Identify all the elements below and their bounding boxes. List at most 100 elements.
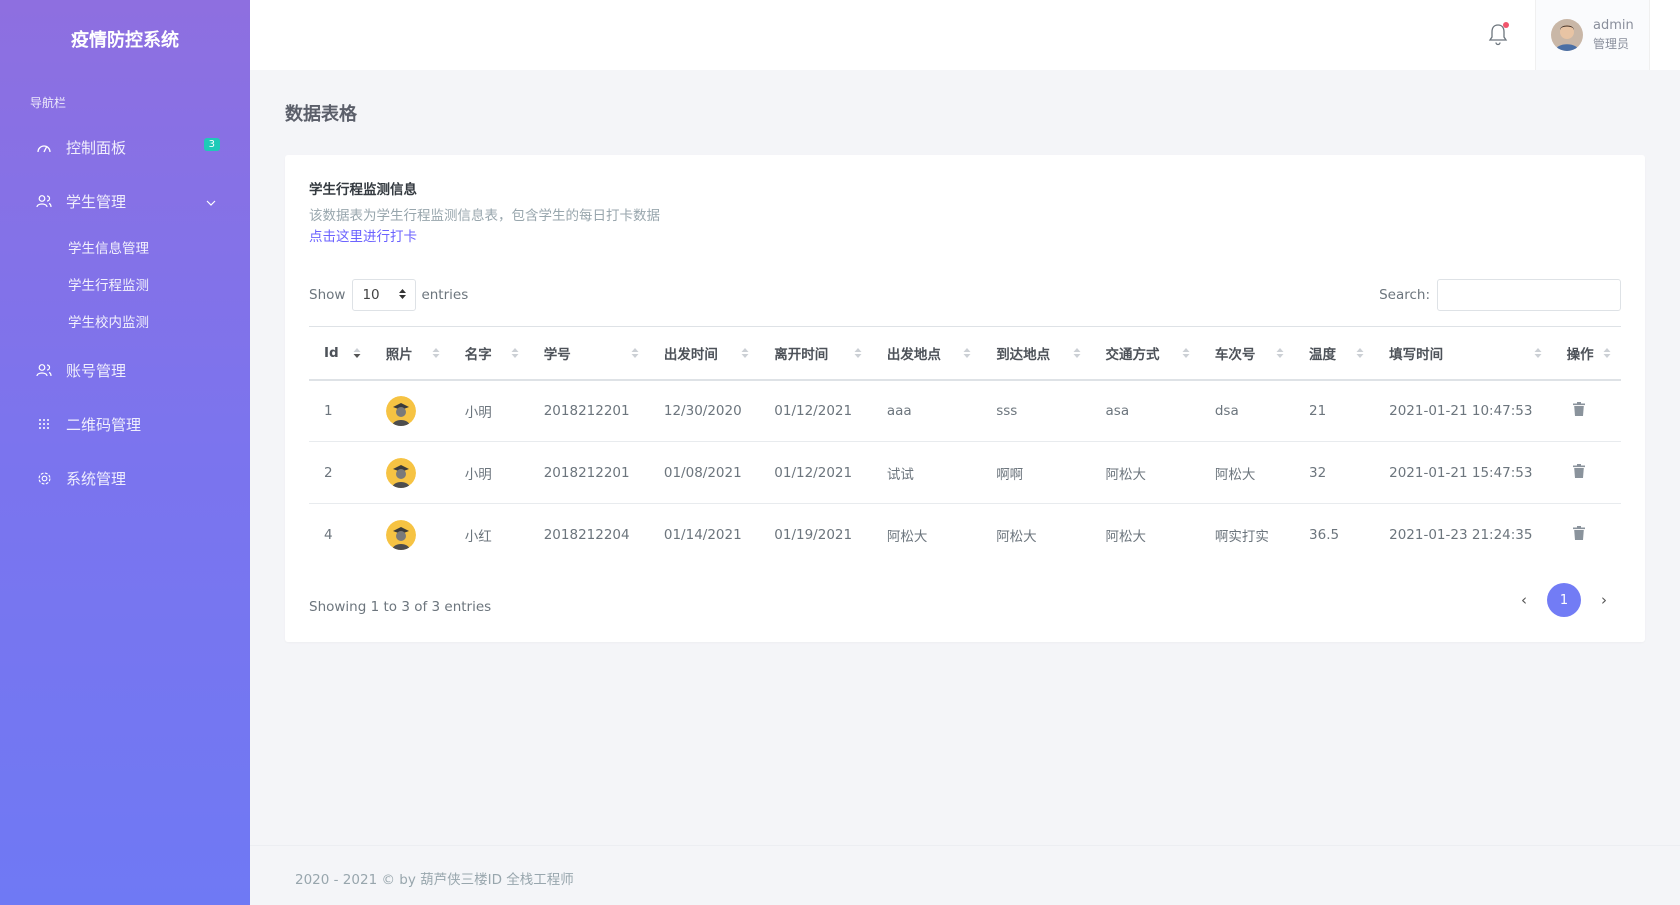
footer-text: 2020 - 2021 © by 葫芦侠三楼ID 全栈工程师 [295, 872, 574, 888]
cell-student-no: 2018212201 [543, 402, 630, 419]
cell-actions [1552, 380, 1621, 442]
cell-temperature: 32 [1309, 464, 1327, 481]
page-button-current[interactable]: 1 [1547, 583, 1581, 617]
data-table-card: 学生行程监测信息 该数据表为学生行程监测信息表，包含学生的每日打卡数据 点击这里… [285, 155, 1645, 642]
trash-icon[interactable] [1572, 525, 1587, 542]
cell-depart-time: 01/08/2021 [663, 464, 742, 481]
student-submenu: 学生信息管理 学生行程监测 学生校内监测 [0, 228, 250, 343]
column-header-temperature[interactable]: 温度 [1294, 327, 1374, 380]
cell-depart-time: 12/30/2020 [663, 402, 742, 419]
pagination: ‹ 1 › [1501, 583, 1621, 617]
cell-filled-at: 2021-01-21 10:47:53 [1389, 402, 1533, 419]
select-arrows-icon [399, 287, 407, 303]
sidebar-subitem-student-info[interactable]: 学生信息管理 [0, 228, 250, 265]
card-title: 学生行程监测信息 [309, 182, 417, 198]
sort-icon [1073, 347, 1081, 359]
sidebar-item-account-management[interactable]: 账号管理 [0, 343, 250, 397]
table-info: Showing 1 to 3 of 3 entries [309, 599, 492, 615]
cell-photo [371, 380, 450, 442]
page-length-value: 10 [362, 287, 380, 303]
cell-train-no: 阿松大 [1214, 466, 1256, 483]
sort-desc-icon [353, 347, 361, 359]
page-length-select[interactable]: 10 [352, 279, 417, 311]
cell-temperature: 21 [1309, 402, 1327, 419]
column-header-photo[interactable]: 照片 [371, 327, 450, 380]
sidebar-item-label: 账号管理 [66, 361, 127, 380]
previous-page-button[interactable]: ‹ [1507, 583, 1541, 617]
cell-leave-time: 01/12/2021 [774, 402, 853, 419]
trash-icon[interactable] [1572, 463, 1587, 480]
cell-filled-at: 2021-01-21 15:47:53 [1389, 464, 1533, 481]
column-header-train-no[interactable]: 车次号 [1200, 327, 1294, 380]
check-in-link[interactable]: 点击这里进行打卡 [309, 225, 417, 245]
sort-icon [963, 347, 971, 359]
cell-transport: 阿松大 [1105, 466, 1147, 483]
app-title[interactable]: 疫情防控系统 [0, 0, 250, 78]
cell-arrive-place: sss [996, 402, 1018, 419]
column-header-student-no[interactable]: 学号 [529, 327, 649, 380]
sort-icon [511, 347, 519, 359]
gear-icon [36, 470, 52, 486]
cell-photo [371, 442, 450, 504]
bell-icon[interactable] [1487, 22, 1511, 48]
user-avatar [1551, 19, 1583, 51]
notification-badge: 3 [203, 138, 220, 151]
column-header-depart-place[interactable]: 出发地点 [872, 327, 981, 380]
next-page-button[interactable]: › [1587, 583, 1621, 617]
column-header-filled-at[interactable]: 填写时间 [1374, 327, 1552, 380]
user-menu[interactable]: admin 管理员 [1535, 0, 1650, 70]
column-header-arrive-place[interactable]: 到达地点 [981, 327, 1090, 380]
entries-label: entries [421, 287, 469, 303]
cell-arrive-place: 啊啊 [996, 466, 1024, 483]
sort-icon [1603, 347, 1611, 359]
sidebar-subitem-student-travel[interactable]: 学生行程监测 [0, 265, 250, 302]
user-role: 管理员 [1593, 37, 1630, 51]
cell-student-no: 2018212204 [543, 526, 630, 543]
cell-depart-time: 01/14/2021 [663, 526, 742, 543]
cell-arrive-place: 阿松大 [996, 528, 1037, 545]
user-name: admin [1593, 18, 1634, 33]
cell-actions [1552, 504, 1621, 566]
cell-train-no: dsa [1214, 402, 1239, 419]
sidebar-item-dashboard[interactable]: 控制面板 3 [0, 120, 250, 174]
dashboard-gauge-icon [36, 139, 52, 155]
sort-icon [1356, 347, 1364, 359]
cell-transport: 阿松大 [1105, 528, 1147, 545]
column-header-leave-time[interactable]: 离开时间 [759, 327, 872, 380]
sort-icon [854, 347, 862, 359]
users-icon [36, 362, 52, 378]
table-row: 4 小红 2018212204 01/14/2021 01/19/2021 阿松… [309, 504, 1621, 566]
column-header-transport[interactable]: 交通方式 [1091, 327, 1200, 380]
sidebar: 疫情防控系统 导航栏 控制面板 3 学生管理 学生信息管理 学生行程监测 学生校… [0, 0, 250, 905]
cell-leave-time: 01/19/2021 [774, 526, 853, 543]
cell-depart-place: 试试 [886, 466, 914, 483]
sort-icon [432, 347, 440, 359]
column-header-id[interactable]: Id [309, 327, 371, 380]
column-header-name[interactable]: 名字 [450, 327, 529, 380]
trash-icon[interactable] [1572, 401, 1587, 418]
sidebar-item-qrcode-management[interactable]: 二维码管理 [0, 397, 250, 451]
cell-filled-at: 2021-01-23 21:24:35 [1389, 526, 1533, 543]
sort-icon [741, 347, 749, 359]
sort-icon [631, 347, 639, 359]
search-input[interactable] [1437, 279, 1621, 311]
column-header-depart-time[interactable]: 出发时间 [649, 327, 759, 380]
sidebar-item-student-management[interactable]: 学生管理 [0, 174, 250, 228]
cell-name: 小明 [464, 466, 492, 483]
page-length-control: Show 10 entries [309, 279, 468, 311]
sort-icon [1276, 347, 1284, 359]
column-header-actions[interactable]: 操作 [1552, 327, 1621, 380]
cell-depart-place: 阿松大 [886, 528, 928, 545]
users-icon [36, 193, 52, 209]
cell-actions [1552, 442, 1621, 504]
footer: 2020 - 2021 © by 葫芦侠三楼ID 全栈工程师 [250, 845, 1680, 905]
cell-id: 4 [324, 526, 333, 543]
sidebar-item-system-management[interactable]: 系统管理 [0, 451, 250, 505]
cell-photo [371, 504, 450, 566]
table-row: 1 小明 2018212201 12/30/2020 01/12/2021 aa… [309, 380, 1621, 442]
sidebar-subitem-student-campus[interactable]: 学生校内监测 [0, 302, 250, 339]
student-avatar [385, 519, 416, 550]
cell-leave-time: 01/12/2021 [774, 464, 853, 481]
show-label: Show [309, 287, 346, 303]
cell-student-no: 2018212201 [543, 464, 630, 481]
